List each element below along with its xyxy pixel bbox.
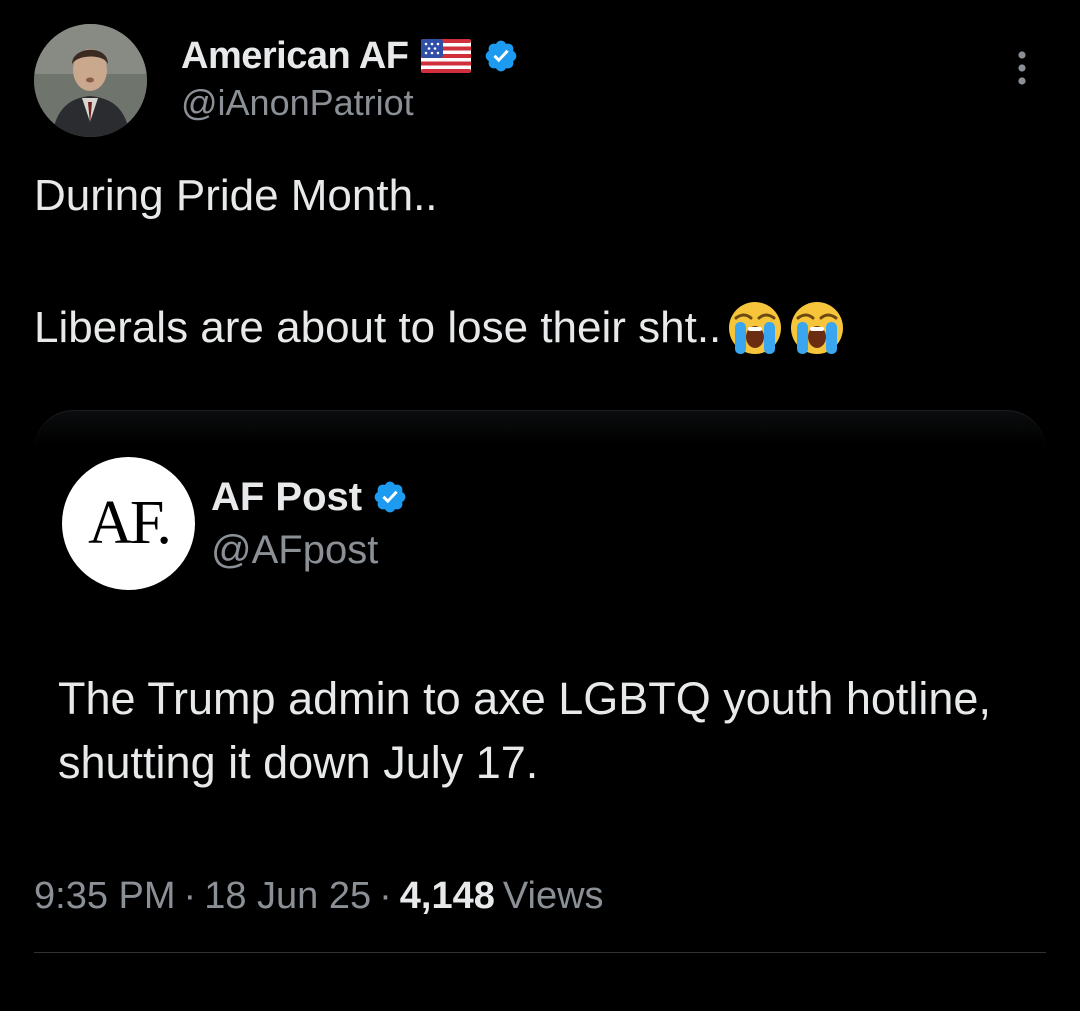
author-display-name[interactable]: American AF: [181, 35, 409, 78]
views-count[interactable]: 4,148: [400, 875, 495, 918]
meta-separator: ·: [183, 874, 197, 917]
tweet-time[interactable]: 9:35 PM: [34, 875, 176, 918]
tweet-text: During Pride Month.. Liberals are about …: [34, 168, 1044, 356]
verified-badge-icon[interactable]: [483, 38, 519, 74]
loudly-crying-face-icon: [789, 300, 845, 356]
tweet-text-line-2: Liberals are about to lose their sht..: [34, 303, 722, 352]
quoted-author-handle[interactable]: @AFpost: [211, 528, 378, 573]
author-handle[interactable]: @iAnonPatriot: [181, 82, 414, 124]
author-name-row[interactable]: American AF: [181, 30, 519, 82]
tweet-meta: 9:35 PM · 18 Jun 25 · 4,148 Views: [34, 868, 604, 924]
quoted-author-avatar[interactable]: AF.: [62, 457, 195, 590]
meta-separator: ·: [379, 874, 392, 917]
quoted-tweet-text: The Trump admin to axe LGBTQ youth hotli…: [58, 673, 991, 788]
verified-badge-icon[interactable]: [372, 479, 408, 515]
quoted-avatar-logo-text: AF.: [88, 489, 172, 557]
us-flag-icon: [420, 39, 471, 73]
author-avatar[interactable]: [34, 24, 147, 137]
profile-photo: [34, 24, 147, 137]
loudly-crying-face-icon: [727, 300, 783, 356]
tweet-date[interactable]: 18 Jun 25: [204, 875, 371, 918]
tweet-text-line-2-row: Liberals are about to lose their sht..: [34, 300, 1044, 356]
views-label: Views: [502, 874, 604, 917]
more-vertical-icon[interactable]: [1008, 48, 1036, 88]
tweet-text-line-1: During Pride Month..: [34, 171, 438, 220]
divider: [34, 952, 1046, 953]
quoted-author-display-name[interactable]: AF Post: [211, 475, 362, 520]
quoted-author-name-row[interactable]: AF Post: [211, 472, 408, 522]
